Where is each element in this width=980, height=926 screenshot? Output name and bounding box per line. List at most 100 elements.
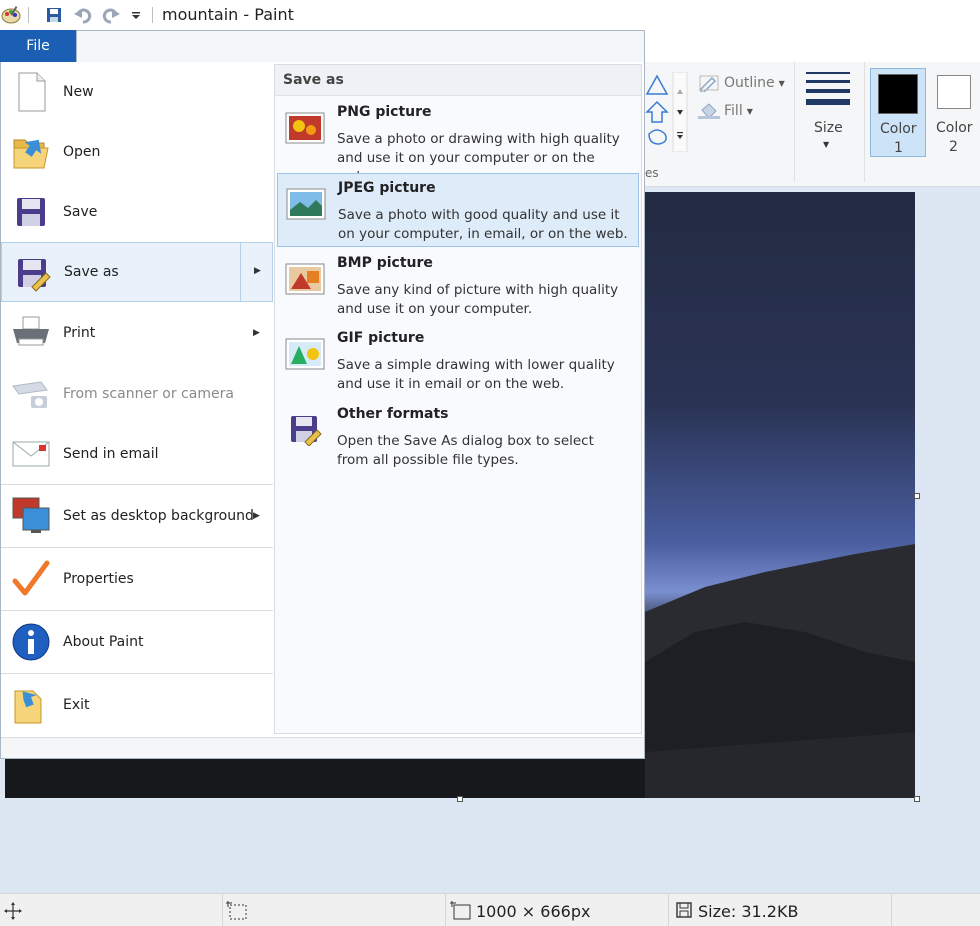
menu-item-properties[interactable]: Properties	[1, 548, 273, 610]
file-menu-commands: New Open Save Save as ▶ Print ▶ From sca…	[1, 62, 273, 737]
outline-pen-icon	[698, 75, 719, 92]
file-menu-footer	[1, 737, 644, 758]
scanner-camera-icon	[12, 381, 48, 408]
resize-handle-right[interactable]	[914, 493, 920, 499]
chevron-down-icon: ▼	[823, 140, 830, 149]
save-as-other-formats[interactable]: Other formats Open the Save As dialog bo…	[277, 400, 639, 474]
menu-item-from-scanner[interactable]: From scanner or camera	[1, 364, 273, 424]
menu-item-label: Set as desktop background	[63, 508, 254, 524]
status-separator	[222, 894, 223, 926]
save-as-option-title: Other formats	[337, 406, 449, 422]
save-as-icon	[18, 259, 51, 292]
color2-button[interactable]: Color 2	[932, 68, 980, 157]
floppy-disk-icon	[17, 198, 45, 226]
file-menu: New Open Save Save as ▶ Print ▶ From sca…	[0, 62, 645, 759]
outline-label: Outline	[724, 75, 775, 91]
window-title: mountain - Paint	[162, 5, 294, 24]
color1-button[interactable]: Color 1	[870, 68, 926, 157]
file-menu-button[interactable]: File	[0, 30, 76, 62]
separator	[152, 7, 153, 23]
file-size-icon	[676, 902, 692, 922]
jpeg-picture-icon	[286, 188, 326, 220]
color2-label: Color	[936, 120, 973, 136]
menu-item-label: Save as	[64, 264, 119, 280]
chevron-down-icon: ▼	[746, 106, 753, 116]
menu-item-exit[interactable]: Exit	[1, 674, 273, 736]
resize-handle-bottom[interactable]	[457, 796, 463, 802]
color2-swatch	[937, 75, 971, 109]
status-separator	[445, 894, 446, 926]
image-dimensions: 1000 × 666px	[476, 902, 591, 921]
menu-item-save-as[interactable]: Save as	[1, 242, 241, 302]
save-as-option-description: Save a photo with good quality and use i…	[338, 207, 628, 242]
menu-item-label: Print	[63, 325, 96, 341]
line-size-icon	[806, 72, 850, 105]
status-separator	[891, 894, 892, 926]
save-as-gif[interactable]: GIF picture Save a simple drawing with l…	[277, 324, 639, 398]
checkmark-icon	[12, 560, 50, 596]
blank-page-icon	[18, 72, 46, 112]
selection-size-icon	[226, 901, 248, 925]
exit-door-icon	[14, 690, 42, 724]
shapes-gallery[interactable]	[645, 71, 691, 153]
info-icon	[12, 623, 50, 661]
group-separator	[794, 62, 795, 182]
menu-item-label: Open	[63, 144, 101, 160]
open-folder-icon	[13, 139, 49, 169]
submenu-header: Save as	[275, 65, 641, 96]
menu-item-save[interactable]: Save	[1, 182, 273, 242]
status-separator	[668, 894, 669, 926]
save-as-option-description: Open the Save As dialog box to select fr…	[337, 433, 594, 468]
chevron-right-icon: ▶	[253, 511, 260, 521]
menu-item-print[interactable]: Print ▶	[1, 302, 273, 364]
color2-number: 2	[949, 139, 958, 155]
color1-label: Color	[880, 121, 917, 137]
menu-item-desktop-background[interactable]: Set as desktop background ▶	[1, 485, 273, 547]
menu-item-about[interactable]: About Paint	[1, 611, 273, 673]
undo-icon[interactable]	[72, 4, 94, 26]
size-button[interactable]: Size ▼	[802, 68, 852, 164]
fill-label: Fill	[724, 103, 743, 119]
save-as-jpeg[interactable]: JPEG picture Save a photo with good qual…	[277, 173, 639, 247]
outline-dropdown[interactable]: Outline ▼	[698, 74, 785, 92]
shapes-group-label: es	[645, 166, 659, 180]
menu-item-new[interactable]: New	[1, 62, 273, 122]
menu-item-label: Exit	[63, 697, 90, 713]
menu-item-label: New	[63, 84, 94, 100]
gif-picture-icon	[285, 338, 325, 370]
color1-swatch	[878, 74, 918, 114]
menu-item-label: Save	[63, 204, 98, 220]
image-dimensions-icon	[450, 901, 472, 925]
save-quick-icon[interactable]	[44, 4, 64, 26]
save-as-bmp[interactable]: BMP picture Save any kind of picture wit…	[277, 249, 639, 323]
color1-number: 1	[894, 140, 903, 156]
size-label: Size	[814, 120, 843, 136]
customize-quick-access-icon[interactable]	[128, 4, 144, 26]
menu-item-open[interactable]: Open	[1, 122, 273, 182]
separator	[28, 7, 29, 23]
resize-handle-corner[interactable]	[914, 796, 920, 802]
menu-item-send-email[interactable]: Send in email	[1, 424, 273, 484]
envelope-icon	[12, 441, 50, 467]
save-as-option-title: BMP picture	[337, 255, 433, 271]
save-as-option-description: Save any kind of picture with high quali…	[337, 282, 619, 317]
save-as-option-title: GIF picture	[337, 330, 425, 346]
menu-item-label: From scanner or camera	[63, 386, 234, 402]
png-picture-icon	[285, 112, 325, 144]
desktop-background-icon	[12, 497, 50, 533]
fill-dropdown[interactable]: Fill ▼	[698, 102, 753, 120]
save-as-png[interactable]: PNG picture Save a photo or drawing with…	[277, 98, 639, 185]
bmp-picture-icon	[285, 263, 325, 295]
redo-icon[interactable]	[100, 4, 122, 26]
paint-app-icon[interactable]	[0, 4, 22, 26]
cursor-position-icon	[4, 902, 22, 924]
save-as-submenu-arrow[interactable]: ▶	[240, 242, 273, 302]
save-as-option-description: Save a simple drawing with lower quality…	[337, 357, 615, 392]
menu-item-label: Send in email	[63, 446, 159, 462]
group-separator	[864, 62, 865, 182]
status-bar: 1000 × 666px Size: 31.2KB	[0, 893, 980, 926]
file-menu-top-strip	[76, 30, 645, 62]
other-formats-icon	[291, 416, 322, 446]
printer-icon	[13, 316, 49, 346]
save-as-submenu: Save as PNG picture Save a photo or draw…	[274, 64, 642, 734]
